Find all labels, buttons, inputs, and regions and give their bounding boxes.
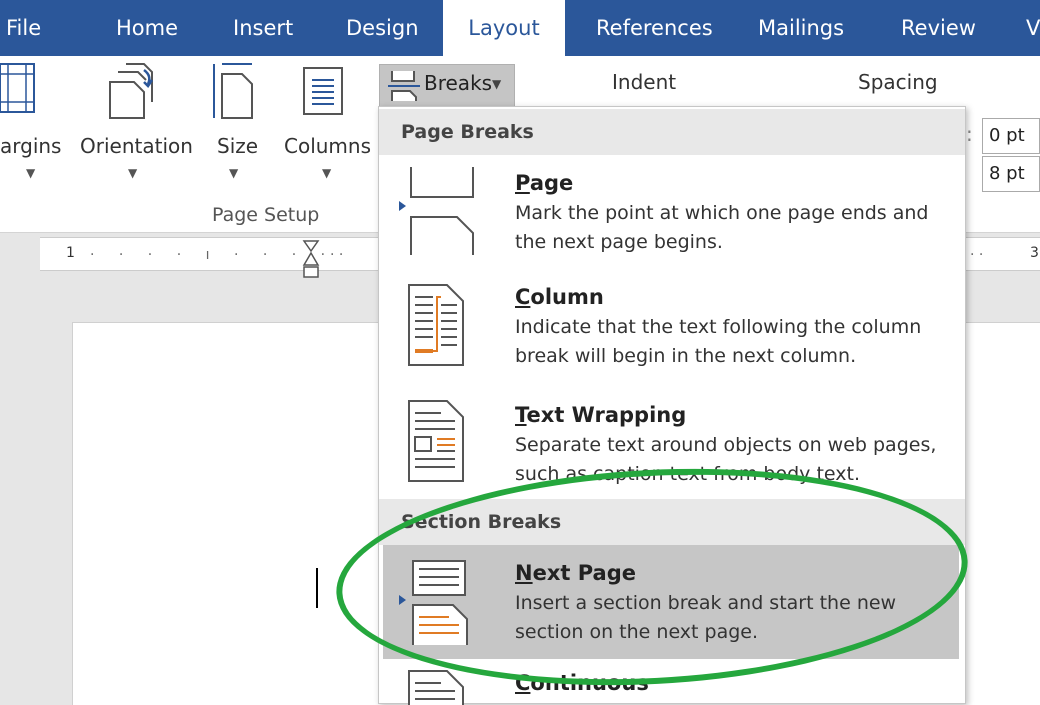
ruler-ticks: · · · · ı · · · · <box>90 247 336 263</box>
margins-label[interactable]: argins <box>0 134 61 158</box>
menu-item-text-wrapping-desc: Separate text around objects on web page… <box>515 434 937 485</box>
columns-button[interactable]: Columns <box>284 134 371 158</box>
selection-marker-icon <box>399 595 406 605</box>
menu-item-page-title: Page <box>515 171 574 195</box>
page-break-icon <box>410 167 474 255</box>
orientation-button[interactable]: Orientation <box>80 134 193 158</box>
indent-label: Indent <box>612 70 677 94</box>
menu-item-next-page-title: Next Page <box>515 561 636 585</box>
margins-chevron-down-icon[interactable]: ▼ <box>26 166 35 180</box>
next-page-section-icon <box>412 560 468 645</box>
page-setup-group-label: Page Setup <box>212 204 320 226</box>
menu-item-continuous-title: Continuous <box>515 671 649 695</box>
continuous-section-icon <box>408 670 464 705</box>
tab-review[interactable]: Review <box>901 0 976 56</box>
tab-home[interactable]: Home <box>116 0 178 56</box>
menu-item-text-wrapping-title: Text Wrapping <box>515 403 687 427</box>
size-chevron-down-icon[interactable]: ▼ <box>229 166 238 180</box>
menu-item-page-desc: Mark the point at which one page ends an… <box>515 202 929 253</box>
spacing-before-input[interactable]: 0 pt <box>982 118 1040 154</box>
tab-layout[interactable]: Layout <box>443 0 565 56</box>
breaks-dropdown-menu: Page Breaks Page Mark the point at which… <box>378 106 966 705</box>
spacing-label: Spacing <box>858 70 938 94</box>
columns-chevron-down-icon[interactable]: ▼ <box>322 166 331 180</box>
ribbon-tab-bar: File Home Insert Design Layout Reference… <box>0 0 1040 56</box>
text-wrapping-icon <box>408 400 464 482</box>
size-icon <box>213 63 253 119</box>
tab-insert[interactable]: Insert <box>233 0 293 56</box>
ruler-number-1: 1 <box>66 245 75 261</box>
menu-item-text-wrapping[interactable]: Text Wrapping Separate text around objec… <box>379 381 965 499</box>
tab-mailings[interactable]: Mailings <box>758 0 844 56</box>
breaks-button[interactable]: Breaks ▼ <box>379 64 515 108</box>
menu-item-next-page-desc: Insert a section break and start the new… <box>515 592 897 643</box>
page-breaks-header: Page Breaks <box>379 109 965 155</box>
tab-view[interactable]: V <box>1026 0 1040 56</box>
breaks-chevron-down-icon: ▼ <box>492 77 502 91</box>
menu-item-column[interactable]: Column Indicate that the text following … <box>379 267 965 379</box>
section-breaks-header: Section Breaks <box>379 499 965 545</box>
selection-marker-icon <box>399 201 406 211</box>
tab-design[interactable]: Design <box>346 0 419 56</box>
ruler-ticks-end: · · <box>970 247 984 263</box>
menu-item-continuous[interactable]: Continuous <box>379 663 965 705</box>
columns-icon <box>303 67 343 115</box>
text-cursor <box>316 568 318 608</box>
column-break-icon <box>408 284 464 366</box>
margins-icon <box>0 63 35 113</box>
spacing-after-input[interactable]: 8 pt <box>982 156 1040 192</box>
indent-marker-icon[interactable] <box>302 239 320 279</box>
tab-references[interactable]: References <box>596 0 713 56</box>
menu-item-column-title: Column <box>515 285 604 309</box>
spacing-before-colon: : <box>966 122 973 146</box>
ruler-number-3: 3 <box>1030 245 1039 261</box>
size-button[interactable]: Size <box>217 134 258 158</box>
breaks-icon <box>388 71 420 101</box>
menu-item-column-desc: Indicate that the text following the col… <box>515 316 922 367</box>
tab-file[interactable]: File <box>6 0 41 56</box>
orientation-icon <box>109 63 154 119</box>
menu-item-page[interactable]: Page Mark the point at which one page en… <box>379 155 965 265</box>
breaks-label: Breaks <box>424 71 493 95</box>
menu-item-next-page[interactable]: Next Page Insert a section break and sta… <box>383 545 959 659</box>
ruler-ticks-right: · · <box>330 247 344 263</box>
orientation-chevron-down-icon[interactable]: ▼ <box>128 166 137 180</box>
